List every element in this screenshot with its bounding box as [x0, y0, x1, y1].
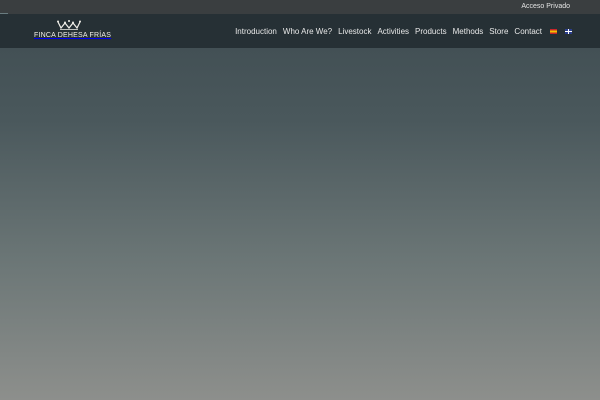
nav-item-store[interactable]: Store — [489, 27, 508, 36]
hero-background — [0, 48, 600, 400]
en-flag-icon[interactable] — [565, 28, 572, 34]
nav-item-methods[interactable]: Methods — [453, 27, 484, 36]
brand-name: FINCA DEHESA FRÍAS — [34, 32, 112, 39]
nav-item-contact[interactable]: Contact — [514, 27, 542, 36]
site-header: FINCA DEHESA FRÍAS Introduction Who Are … — [0, 14, 600, 48]
main-navigation: Introduction Who Are We? Livestock Activ… — [235, 14, 572, 48]
nav-item-products[interactable]: Products — [415, 27, 447, 36]
brand-logo[interactable]: FINCA DEHESA FRÍAS — [34, 19, 112, 45]
nav-item-livestock[interactable]: Livestock — [338, 27, 371, 36]
top-bar: Acceso Privado — [0, 0, 600, 14]
private-access-link[interactable]: Acceso Privado — [521, 1, 570, 13]
nav-item-introduction[interactable]: Introduction — [235, 27, 277, 36]
crown-icon — [57, 20, 81, 30]
nav-item-who-are-we[interactable]: Who Are We? — [283, 27, 332, 36]
es-flag-icon[interactable] — [550, 28, 557, 34]
nav-item-activities[interactable]: Activities — [377, 27, 409, 36]
